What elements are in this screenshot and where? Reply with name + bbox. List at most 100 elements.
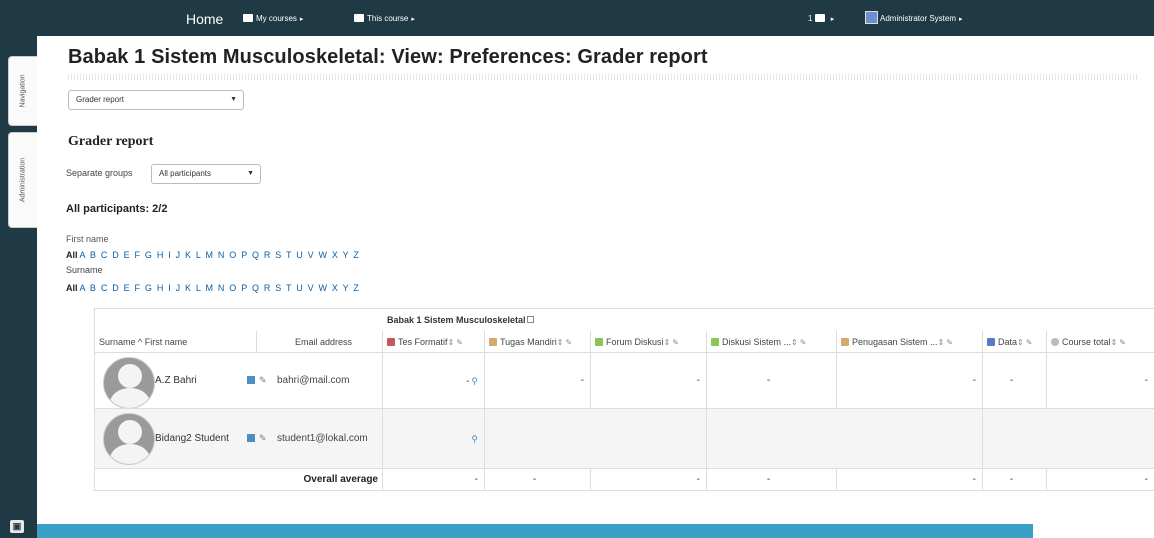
assignment-icon: [489, 338, 497, 346]
average-cell: -: [1047, 469, 1154, 490]
surname-initials-bar: All A B C D E F G H I J K L M N O P Q R S…: [66, 283, 360, 293]
table-row: Bidang2 Student ✎ student1@lokal.com ⚲: [95, 409, 1154, 469]
edit-icon[interactable]: ✎: [456, 338, 463, 347]
category-row: Babak 1 Sistem Musculoskeletal: [95, 309, 1154, 331]
email-value: bahri@mail.com: [277, 375, 350, 386]
nav-this-course-menu[interactable]: This course ▸: [354, 0, 415, 39]
user-cell: A.Z Bahri: [95, 353, 243, 408]
item-header-course-total[interactable]: Course total⇕ ✎: [1047, 331, 1154, 352]
edit-icon[interactable]: ✎: [259, 375, 267, 385]
nav-my-courses-menu[interactable]: My courses ▸: [243, 0, 303, 39]
grade-cell[interactable]: ⚲: [383, 409, 485, 468]
quiz-icon: [387, 338, 395, 346]
item-header-penugasan-sistem[interactable]: Penugasan Sistem ...⇕ ✎: [837, 331, 983, 352]
groups-select[interactable]: All participants ▼: [151, 164, 261, 184]
user-cell: Bidang2 Student: [95, 409, 243, 468]
item-label: Tes Formatif: [398, 337, 448, 347]
average-value: -: [696, 474, 700, 485]
user-avatar[interactable]: [103, 413, 155, 465]
sort-icon[interactable]: ⇕: [1111, 338, 1118, 347]
collapse-icon[interactable]: [526, 316, 534, 323]
average-cell: -: [591, 469, 707, 490]
search-icon[interactable]: ⚲: [471, 434, 478, 444]
average-value: -: [474, 474, 478, 485]
initials-all[interactable]: All: [66, 283, 78, 293]
item-header-diskusi-sistem[interactable]: Diskusi Sistem ...⇕ ✎: [707, 331, 837, 352]
item-header-tes-formatif[interactable]: Tes Formatif⇕ ✎: [383, 331, 485, 352]
grade-cell[interactable]: [485, 409, 707, 468]
grade-cell[interactable]: - ⚲: [383, 353, 485, 408]
name-column-header[interactable]: Surname ^ First name: [95, 331, 257, 352]
email-value: student1@lokal.com: [277, 433, 368, 444]
grade-cell[interactable]: -: [1047, 353, 1154, 408]
overall-average-label: Overall average: [95, 469, 383, 490]
firstname-initials[interactable]: A B C D E F G H I J K L M N O P Q R S T …: [80, 250, 361, 260]
courses-icon: [243, 14, 253, 22]
grade-value: -: [696, 375, 700, 386]
database-icon: [987, 338, 995, 346]
item-label: Course total: [1062, 337, 1111, 347]
edit-icon[interactable]: ✎: [259, 433, 267, 443]
edit-icon[interactable]: ✎: [672, 338, 679, 347]
average-value: -: [972, 474, 976, 485]
item-header-tugas-mandiri[interactable]: Tugas Mandiri⇕ ✎: [485, 331, 591, 352]
grade-value: -: [766, 375, 771, 386]
grade-cell[interactable]: [983, 409, 1154, 468]
grade-cell[interactable]: -: [707, 353, 837, 408]
grader-table: Babak 1 Sistem Musculoskeletal Surname ^…: [94, 308, 1154, 491]
sort-icon[interactable]: ⇕: [1017, 338, 1024, 347]
grade-cell[interactable]: [707, 409, 983, 468]
name-header-label: Surname ^ First name: [99, 337, 188, 347]
grade-cell[interactable]: -: [837, 353, 983, 408]
user-report-icon[interactable]: [247, 376, 255, 384]
dock-administration-tab[interactable]: Administration: [8, 132, 37, 228]
user-avatar[interactable]: [103, 357, 155, 408]
item-label: Tugas Mandiri: [500, 337, 557, 347]
surname-filter-label: Surname: [66, 265, 103, 275]
item-label: Diskusi Sistem ...: [722, 337, 792, 347]
initials-all[interactable]: All: [66, 250, 78, 260]
edit-icon[interactable]: ✎: [1119, 338, 1126, 347]
email-column-header[interactable]: Email address: [257, 331, 383, 352]
sort-icon[interactable]: ⇕: [664, 338, 671, 347]
grade-value: -: [1009, 375, 1014, 386]
search-icon[interactable]: ⚲: [471, 376, 478, 386]
caret-right-icon: ▸: [959, 16, 963, 23]
groups-select-value: All participants: [159, 169, 212, 178]
grade-value: -: [1144, 375, 1148, 386]
edit-icon[interactable]: ✎: [800, 338, 807, 347]
sort-icon[interactable]: ⇕: [557, 338, 564, 347]
edit-icon[interactable]: ✎: [565, 338, 572, 347]
grade-cell[interactable]: -: [485, 353, 591, 408]
user-report-icon[interactable]: [247, 434, 255, 442]
chevron-down-icon: ▼: [230, 96, 237, 103]
email-header-label: Email address: [294, 337, 352, 347]
firstname-initials-bar: All A B C D E F G H I J K L M N O P Q R S…: [66, 250, 360, 260]
average-cell: -: [707, 469, 837, 490]
sort-icon[interactable]: ⇕: [791, 338, 798, 347]
nav-user-menu[interactable]: Administrator System ▸: [865, 0, 963, 39]
item-label: Forum Diskusi: [606, 337, 664, 347]
surname-initials[interactable]: A B C D E F G H I J K L M N O P Q R S T …: [80, 283, 361, 293]
table-row: A.Z Bahri ✎ bahri@mail.com - ⚲ - - - - - …: [95, 353, 1154, 409]
student-name[interactable]: A.Z Bahri: [155, 375, 197, 386]
edit-icon[interactable]: ✎: [946, 338, 953, 347]
grade-cell[interactable]: -: [983, 353, 1047, 408]
sort-icon[interactable]: ⇕: [938, 338, 945, 347]
footer-bar: [37, 524, 1033, 538]
dock-navigation-tab[interactable]: Navigation: [8, 56, 37, 126]
dock-toggle-icon[interactable]: ▣: [10, 520, 24, 533]
sort-icon[interactable]: ⇕: [448, 338, 455, 347]
left-dock: Navigation Administration ▣: [0, 0, 37, 538]
student-name[interactable]: Bidang2 Student: [155, 433, 229, 444]
category-header: Babak 1 Sistem Musculoskeletal: [387, 315, 534, 325]
item-header-forum-diskusi[interactable]: Forum Diskusi⇕ ✎: [591, 331, 707, 352]
course-total-icon: [1051, 338, 1059, 346]
item-header-data[interactable]: Data⇕ ✎: [983, 331, 1047, 352]
edit-icon[interactable]: ✎: [1026, 338, 1033, 347]
nav-home-link[interactable]: Home: [186, 0, 223, 38]
grade-value: -: [466, 376, 470, 387]
grade-cell[interactable]: -: [591, 353, 707, 408]
report-select[interactable]: Grader report ▼: [68, 90, 244, 110]
nav-messages-menu[interactable]: 1 ▸: [808, 0, 834, 39]
